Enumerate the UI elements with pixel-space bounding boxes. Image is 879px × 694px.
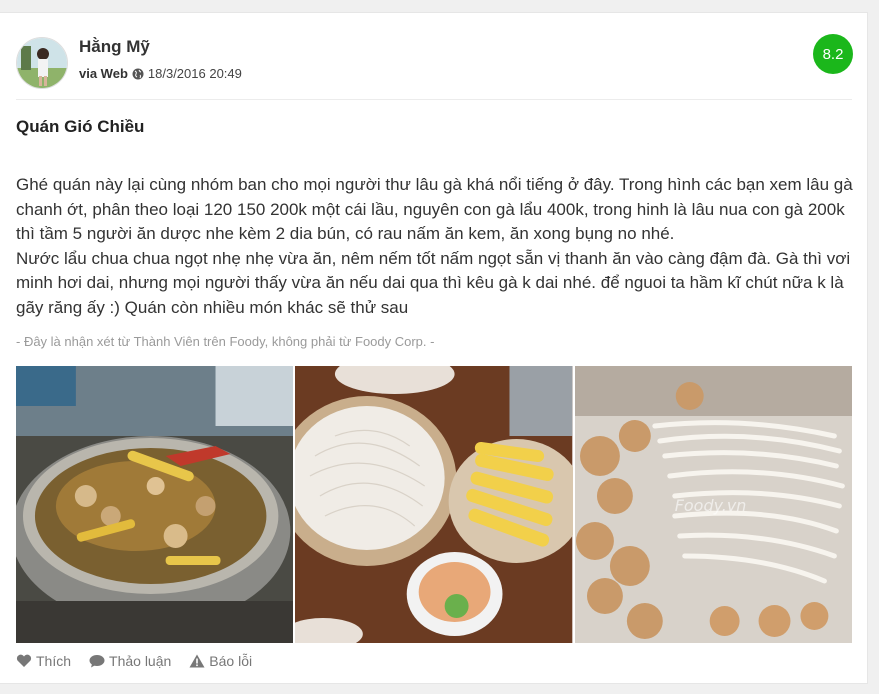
user-name[interactable]: Hằng Mỹ [79, 37, 150, 57]
discuss-button[interactable]: Thảo luận [89, 653, 171, 669]
header-divider [16, 99, 852, 100]
like-button[interactable]: Thích [16, 653, 71, 669]
globe-icon [132, 68, 144, 80]
discuss-label: Thảo luận [109, 653, 172, 669]
score-badge: 8.2 [813, 34, 853, 74]
report-button[interactable]: Báo lỗi [189, 653, 252, 669]
photo-gallery: Foody.vn [16, 366, 852, 643]
review-card: Hằng Mỹ via Web 18/3/2016 20:49 8.2 Quán… [0, 12, 868, 684]
mushroom-meatballs-photo[interactable]: Foody.vn [574, 366, 852, 643]
review-title[interactable]: Quán Gió Chiều [16, 117, 144, 137]
noodles-corn-photo[interactable] [295, 366, 573, 643]
comment-icon [89, 655, 105, 668]
warning-icon [189, 654, 205, 668]
report-label: Báo lỗi [209, 653, 253, 669]
chicken-hotpot-photo[interactable] [16, 366, 294, 643]
review-paragraph: Ghé quán này lại cùng nhóm ban cho mọi n… [16, 175, 853, 243]
heart-icon [16, 654, 32, 667]
avatar[interactable] [16, 37, 68, 89]
review-disclaimer: - Đây là nhận xét từ Thành Viên trên Foo… [16, 334, 435, 349]
review-body: Ghé quán này lại cùng nhóm ban cho mọi n… [16, 173, 862, 320]
review-actions: Thích Thảo luận Báo lỗi [16, 653, 252, 669]
post-source: via Web [79, 66, 128, 81]
review-paragraph: Nước lẩu chua chua ngọt nhẹ nhẹ vừa ăn, … [16, 248, 851, 317]
post-datetime: 18/3/2016 20:49 [147, 66, 242, 81]
photo-watermark: Foody.vn [674, 496, 746, 515]
score-value: 8.2 [822, 45, 844, 63]
like-label: Thích [36, 653, 72, 669]
post-meta: via Web 18/3/2016 20:49 [79, 66, 242, 81]
